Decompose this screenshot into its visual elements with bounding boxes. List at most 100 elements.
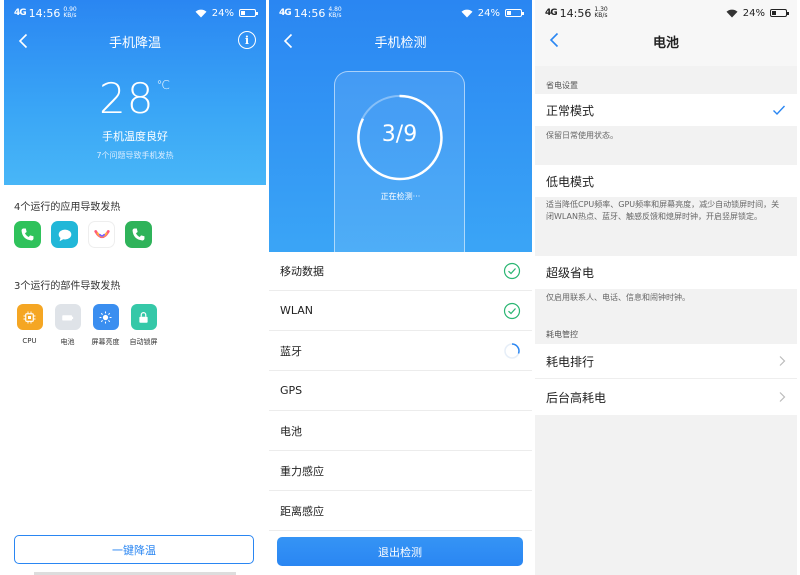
heating-apps-list [14, 221, 152, 248]
chevron-right-icon [779, 356, 786, 366]
back-icon[interactable] [279, 31, 299, 51]
mode-label: 低电模式 [546, 174, 595, 189]
temperature-status: 手机温度良好 [102, 130, 168, 143]
part-battery[interactable]: 电池 [52, 304, 83, 347]
info-icon[interactable]: i [238, 31, 256, 49]
battery-screen: 4G 14:56 1.30 KB/s 24% 电池 省电设置 正常模式 保留日常… [535, 0, 797, 575]
network-speed: 4.80 KB/s [328, 6, 342, 19]
lock-icon [130, 304, 157, 330]
item-label: 移动数据 [280, 265, 324, 278]
mode-label: 超级省电 [546, 266, 595, 280]
chevron-right-icon [779, 392, 786, 402]
background-high-drain-item[interactable]: 后台高耗电 [535, 379, 797, 415]
battery-percent: 24% [211, 7, 234, 19]
check-circle-icon [503, 262, 521, 280]
item-label: 距离感应 [280, 504, 324, 518]
brightness-icon [92, 304, 119, 330]
signal-icon: 4G [545, 8, 558, 18]
wifi-icon [726, 9, 738, 17]
status-bar: 4G 14:56 1.30 KB/s 24% [535, 0, 797, 26]
page-title: 电池 [652, 35, 679, 51]
page-title: 手机降温 [108, 35, 161, 51]
check-list: 移动数据 WLAN 蓝牙 GPS 电池 重力感应 距离感应 [269, 252, 532, 531]
status-bar: 4G 14:56 0.90 KB/s 24% [4, 0, 266, 26]
item-label: 耗电排行 [546, 354, 595, 369]
temperature-display: 28 ℃ [4, 74, 266, 123]
nav-bar: 手机降温 i [4, 26, 266, 56]
list-item: 距离感应 [269, 491, 532, 531]
list-item: GPS [269, 371, 532, 411]
battery-icon [770, 9, 789, 17]
network-speed: 1.30 KB/s [594, 6, 608, 19]
nav-bar: 手机检测 [269, 26, 532, 56]
heating-parts-list: CPU 电池 屏幕亮度 自动锁屏 [14, 304, 159, 347]
status-time: 14:56 [28, 6, 61, 20]
battery-percent: 24% [742, 7, 765, 19]
issue-summary: 7个问题导致手机发热 [96, 151, 174, 160]
cpu-icon [16, 304, 43, 330]
mode-description: 适当降低CPU频率、GPU频率和屏幕亮度，减少自动锁屏时间，关闭WLAN热点、蓝… [546, 200, 780, 221]
mode-label: 正常模式 [546, 103, 595, 118]
back-icon[interactable] [545, 30, 565, 50]
mode-description: 仅启用联系人、电话、信息和闹钟时钟。 [546, 293, 690, 302]
temperature-value: 28 [99, 74, 155, 123]
wifi-icon [461, 9, 473, 17]
network-speed: 0.90 KB/s [63, 6, 77, 19]
check-status: 正在检测··· [380, 192, 421, 201]
parts-section-title: 3个运行的部件导致发热 [14, 281, 121, 292]
check-circle-icon [503, 302, 521, 319]
checkmark-icon [773, 105, 786, 116]
nav-bar: 电池 [535, 26, 797, 66]
mode-normal[interactable]: 正常模式 [535, 94, 797, 126]
item-label: WLAN [280, 304, 314, 317]
list-item: 蓝牙 [269, 331, 532, 371]
mode-low-power[interactable]: 低电模式 [535, 165, 797, 197]
battery-icon [239, 9, 258, 17]
part-label: 电池 [60, 338, 75, 346]
phone-icon[interactable] [125, 221, 152, 248]
wifi-icon [195, 9, 207, 17]
signal-icon: 4G [14, 8, 27, 18]
part-label: CPU [22, 337, 37, 345]
signal-icon: 4G [279, 8, 292, 18]
cooling-screen: 4G 14:56 0.90 KB/s 24% 手机降温 i 28 ℃ 手机温度良好… [4, 0, 266, 575]
list-item: WLAN [269, 291, 532, 331]
part-label: 屏幕亮度 [91, 338, 120, 346]
temperature-unit: ℃ [156, 78, 171, 92]
item-label: 电池 [280, 424, 302, 438]
list-item: 电池 [269, 411, 532, 451]
message-icon[interactable] [51, 221, 78, 248]
power-saving-group-title: 省电设置 [546, 81, 578, 90]
battery-icon [505, 9, 524, 17]
mode-description: 保留日常使用状态。 [546, 131, 618, 140]
mode-super-saving[interactable]: 超级省电 [535, 256, 797, 289]
list-item: 重力感应 [269, 451, 532, 491]
item-label: GPS [280, 384, 303, 397]
part-autolock[interactable]: 自动锁屏 [128, 304, 159, 347]
power-control-group-title: 耗电管控 [546, 330, 578, 339]
part-cpu[interactable]: CPU [14, 304, 45, 347]
status-bar: 4G 14:56 4.80 KB/s 24% [269, 0, 532, 26]
one-tap-cool-button[interactable]: 一键降温 [14, 535, 254, 564]
item-label: 后台高耗电 [546, 390, 607, 405]
item-label: 重力感应 [280, 464, 324, 478]
item-label: 蓝牙 [280, 344, 302, 358]
battery-percent: 24% [477, 7, 500, 19]
exit-check-button[interactable]: 退出检测 [277, 537, 523, 566]
part-brightness[interactable]: 屏幕亮度 [90, 304, 121, 347]
phone-icon[interactable] [14, 221, 41, 248]
status-time: 14:56 [293, 6, 326, 20]
list-item: 移动数据 [269, 252, 532, 291]
progress-count: 3/9 [381, 122, 418, 147]
battery-icon [54, 304, 81, 330]
part-label: 自动锁屏 [129, 338, 158, 346]
status-time: 14:56 [559, 6, 592, 20]
check-screen: 4G 14:56 4.80 KB/s 24% 手机检测 3/9 正在检测··· … [269, 0, 532, 575]
power-ranking-item[interactable]: 耗电排行 [535, 344, 797, 379]
screenshot-collage: 4G 14:56 0.90 KB/s 24% 手机降温 i 28 ℃ 手机温度良好… [0, 0, 800, 575]
page-title: 手机检测 [374, 35, 427, 51]
apps-section-title: 4个运行的应用导致发热 [14, 202, 121, 213]
loading-spinner-icon [504, 342, 520, 359]
jovi-icon[interactable] [88, 221, 115, 248]
back-icon[interactable] [14, 31, 34, 51]
